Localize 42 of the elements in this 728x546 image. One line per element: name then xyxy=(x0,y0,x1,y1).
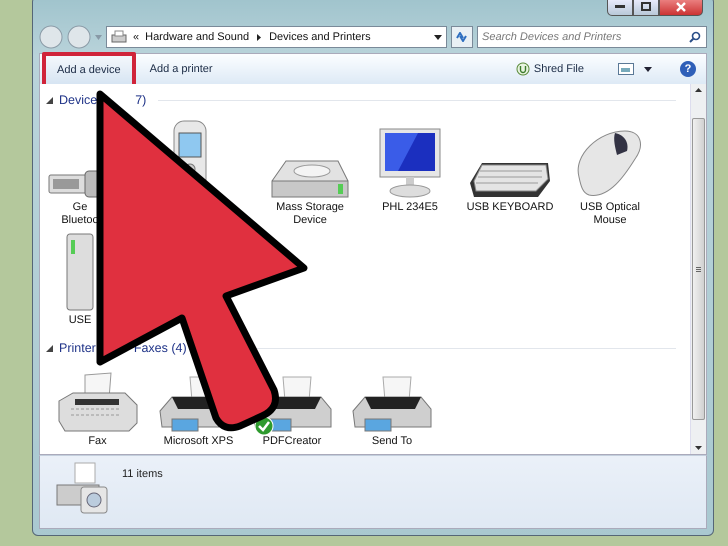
device-label[interactable]: Send To xyxy=(372,435,412,448)
device-label[interactable]: Microsoft XPS xyxy=(164,435,234,448)
maximize-icon xyxy=(641,2,651,11)
device-label[interactable]: USB Optical Mouse xyxy=(580,201,640,227)
device-label[interactable]: USE xyxy=(68,314,92,327)
dropdown-arrow-icon[interactable] xyxy=(434,34,442,40)
minimize-button[interactable] xyxy=(607,0,633,16)
item-count: 11 items xyxy=(122,468,163,480)
device-label[interactable]: Fax xyxy=(88,435,107,448)
address-bar[interactable]: « Hardware and Sound Devices and Printers xyxy=(106,26,447,48)
device-label[interactable]: PDFCreator xyxy=(262,435,322,448)
breadcrumb-item[interactable]: Hardware and Sound xyxy=(145,31,250,43)
minimize-icon xyxy=(615,5,625,8)
close-button[interactable] xyxy=(659,0,703,16)
breadcrumb-arrow-icon[interactable] xyxy=(257,34,262,40)
collapse-triangle-icon[interactable] xyxy=(46,97,53,104)
search-icon xyxy=(689,31,701,43)
dropdown-arrow-icon[interactable] xyxy=(644,66,652,72)
grip-icon xyxy=(696,266,701,272)
printer-icon xyxy=(111,30,127,44)
breadcrumb-item[interactable]: Devices and Printers xyxy=(269,31,371,43)
close-icon xyxy=(676,2,686,12)
maximize-button[interactable] xyxy=(633,0,659,16)
search-field[interactable]: Search Devices and Printers xyxy=(477,26,707,48)
device-label[interactable]: PHL 234E5 xyxy=(382,201,438,214)
scroll-down-icon[interactable] xyxy=(695,446,702,450)
group-heading[interactable]: 7) xyxy=(135,93,146,107)
view-options-icon[interactable] xyxy=(618,63,634,75)
group-heading[interactable]: Printer xyxy=(59,341,96,355)
overflow-chevron[interactable]: « xyxy=(133,31,140,43)
group-heading[interactable]: Device xyxy=(59,93,98,107)
printer-camera-icon xyxy=(56,462,108,514)
device-label[interactable]: USB KEYBOARD xyxy=(466,201,554,214)
collapse-triangle-icon[interactable] xyxy=(46,345,53,352)
shred-icon xyxy=(516,62,530,76)
scroll-up-icon[interactable] xyxy=(695,88,702,92)
scrollbar-thumb[interactable] xyxy=(692,118,705,420)
toolbar-button[interactable]: Add a printer xyxy=(138,56,225,82)
help-button[interactable]: ? xyxy=(680,61,696,77)
refresh-button[interactable] xyxy=(451,26,473,48)
device-label[interactable]: Mass Storage Device xyxy=(276,201,344,227)
shred-file-button[interactable]: Shred File xyxy=(504,56,596,82)
